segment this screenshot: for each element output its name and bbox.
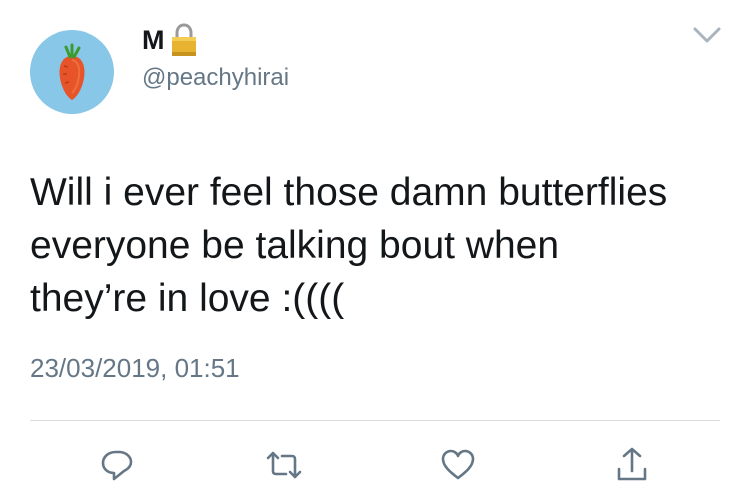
divider xyxy=(30,420,720,421)
lock-icon xyxy=(172,23,196,56)
reply-button[interactable] xyxy=(97,445,137,485)
avatar[interactable] xyxy=(30,30,114,114)
like-button[interactable] xyxy=(438,445,478,485)
name-row: M xyxy=(142,22,199,58)
carrot-emoji-icon xyxy=(59,43,85,100)
tweet-card: M @peachyhirai Will i ever feel those da… xyxy=(0,0,750,504)
tweet-timestamp[interactable]: 23/03/2019, 01:51 xyxy=(30,353,240,384)
retweet-icon xyxy=(266,451,302,479)
share-button[interactable] xyxy=(612,445,652,485)
user-handle[interactable]: @peachyhirai xyxy=(142,64,289,92)
tweet-text: Will i ever feel those damn butterflies … xyxy=(30,171,668,320)
retweet-button[interactable] xyxy=(264,445,304,485)
reply-icon xyxy=(101,450,133,481)
heart-icon xyxy=(441,449,475,480)
display-name[interactable]: M xyxy=(142,25,165,56)
share-icon xyxy=(617,447,647,481)
chevron-down-icon[interactable] xyxy=(692,26,722,44)
